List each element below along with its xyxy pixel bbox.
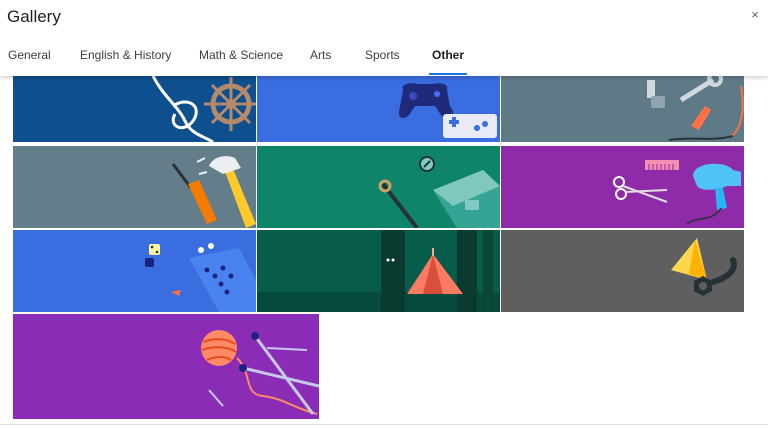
gallery-header: Gallery × General English & History Math…	[0, 0, 768, 76]
compass-icon	[419, 156, 435, 172]
dialog-title: Gallery	[7, 7, 61, 26]
mechanic-illustration	[501, 76, 744, 142]
tab-general[interactable]: General	[8, 48, 51, 76]
tab-label: Arts	[310, 48, 332, 62]
tab-label: Other	[432, 48, 465, 62]
theme-tile-mechanic[interactable]	[501, 76, 744, 142]
tab-indicator	[365, 73, 400, 75]
camping-illustration	[257, 230, 500, 312]
theme-tile-camping[interactable]	[257, 230, 500, 312]
tab-label: Math & Science	[199, 48, 284, 62]
video-games-illustration	[257, 76, 500, 142]
tab-other[interactable]: Other	[429, 48, 468, 76]
theme-tile-nautical[interactable]	[13, 76, 256, 142]
theme-tile-board-games[interactable]	[13, 230, 256, 312]
theme-tile-carpentry[interactable]	[13, 146, 256, 228]
tab-math-science[interactable]: Math & Science	[199, 48, 283, 76]
theme-tile-aquarium[interactable]	[257, 146, 500, 228]
footer-divider	[0, 424, 768, 425]
aquarium-illustration	[257, 146, 500, 228]
yarn-ball-icon	[201, 330, 237, 366]
category-tabs: General English & History Math & Science…	[0, 48, 768, 76]
close-icon[interactable]: ×	[746, 6, 764, 24]
theme-gallery-grid	[0, 76, 768, 428]
theme-tile-video-games[interactable]	[257, 76, 500, 142]
knitting-illustration	[13, 314, 319, 419]
theme-tile-knitting[interactable]	[13, 314, 319, 419]
tab-indicator	[8, 73, 51, 75]
carpentry-illustration	[13, 146, 256, 228]
tab-indicator	[310, 73, 331, 75]
tab-sports[interactable]: Sports	[365, 48, 400, 76]
tab-indicator	[80, 73, 171, 75]
traffic-illustration	[501, 230, 744, 312]
comb-icon	[645, 160, 679, 170]
tab-label: General	[8, 48, 51, 62]
theme-tile-traffic[interactable]	[501, 230, 744, 312]
tab-label: English & History	[80, 48, 172, 62]
board-games-illustration	[13, 230, 256, 312]
tab-indicator	[429, 73, 468, 75]
retro-gamepad-icon	[443, 114, 497, 138]
tab-indicator	[199, 73, 283, 75]
tab-label: Sports	[365, 48, 400, 62]
tab-arts[interactable]: Arts	[310, 48, 331, 76]
tab-english-history[interactable]: English & History	[80, 48, 171, 76]
salon-illustration	[501, 146, 744, 228]
theme-tile-salon[interactable]	[501, 146, 744, 228]
nautical-illustration	[13, 76, 256, 142]
